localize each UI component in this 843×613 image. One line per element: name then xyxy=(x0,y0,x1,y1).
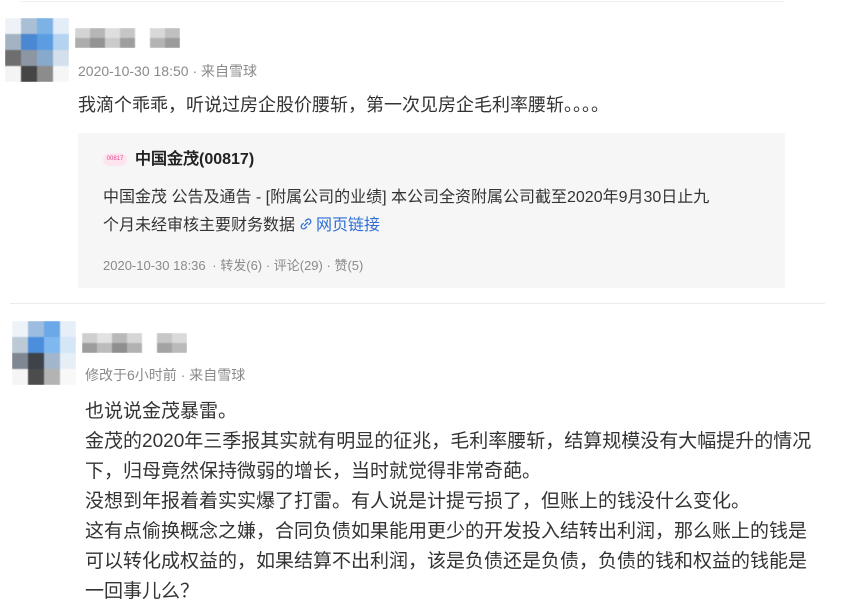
stock-title[interactable]: 中国金茂(00817) xyxy=(135,151,254,168)
post-source: 来自雪球 xyxy=(189,367,246,383)
post-meta: 修改于6小时前 · 来自雪球 xyxy=(85,365,245,385)
post-timestamp[interactable]: 修改于6小时前 xyxy=(85,367,177,383)
quote-text-line: 个月未经审核主要财务数据 网页链接 xyxy=(103,212,380,240)
footer-separator: · xyxy=(212,258,217,273)
footer-separator: · xyxy=(326,258,331,273)
post-meta: 2020-10-30 18:50 · 来自雪球 xyxy=(78,61,257,81)
quote-text: 个月未经审核主要财务数据 xyxy=(103,217,296,234)
comment-count[interactable]: 评论(29) xyxy=(274,258,323,273)
quoted-status-card[interactable]: 00817 中国金茂(00817) 中国金茂 公告及通告 - [附属公司的业绩] … xyxy=(78,133,785,288)
stock-badge-icon: 00817 xyxy=(103,152,127,166)
username-mosaic xyxy=(75,28,90,38)
post-body-line: 没想到年报着着实实爆了打雷。有人说是计提亏损了，但账上的钱没什么变化。 xyxy=(85,491,751,512)
footer-separator: · xyxy=(265,258,271,273)
post-divider xyxy=(10,303,825,304)
username-mosaic xyxy=(82,333,97,343)
link-icon[interactable] xyxy=(299,217,313,231)
like-count[interactable]: 赞(5) xyxy=(334,258,363,273)
web-link-label[interactable]: 网页链接 xyxy=(316,217,380,234)
meta-separator: · xyxy=(180,367,186,383)
username-redacted[interactable] xyxy=(75,28,180,48)
meta-separator: · xyxy=(192,63,198,79)
post-body-line: 下，归母竟然保持微弱的增长，当时就觉得非常奇葩。 xyxy=(85,461,542,482)
stock-title-row[interactable]: 00817 中国金茂(00817) xyxy=(103,149,254,171)
post-body: 我滴个乖乖，听说过房企股价腰斩，第一次见房企毛利率腰斩。。。。 xyxy=(78,95,609,115)
top-divider xyxy=(20,1,785,2)
post-source: 来自雪球 xyxy=(201,63,257,79)
post-body-line: 可以转化成权益的，如果结算不出利润，该是负债还是负债，负债的钱和权益的钱能是 xyxy=(85,551,808,572)
post-body: 也说说金茂暴雷。 金茂的2020年三季报其实就有明显的征兆，毛利率腰斩，结算规模… xyxy=(85,397,811,607)
avatar[interactable] xyxy=(12,321,76,385)
retweet-count[interactable]: 转发(6) xyxy=(220,258,262,273)
username-redacted[interactable] xyxy=(82,333,187,353)
quote-timestamp[interactable]: 2020-10-30 18:36 xyxy=(103,258,206,273)
quote-text-line: 中国金茂 公告及通告 - [附属公司的业绩] 本公司全资附属公司截至2020年9… xyxy=(103,189,710,206)
post-body-line: 这有点偷换概念之嫌，合同负债如果能用更少的开发投入结转出利润，那么账上的钱是 xyxy=(85,521,808,542)
web-link[interactable]: 网页链接 xyxy=(299,217,380,234)
avatar-mosaic xyxy=(12,321,28,337)
avatar-mosaic xyxy=(5,18,21,34)
post-body-line: 一回事儿么？ xyxy=(85,581,200,602)
quote-footer: 2020-10-30 18:36 · 转发(6) · 评论(29) · 赞(5) xyxy=(103,256,363,276)
post-timestamp[interactable]: 2020-10-30 18:50 xyxy=(78,63,189,79)
avatar[interactable] xyxy=(5,18,69,82)
post-body-line: 金茂的2020年三季报其实就有明显的征兆，毛利率腰斩，结算规模没有大幅提升的情况 xyxy=(85,431,812,452)
post-body-line: 也说说金茂暴雷。 xyxy=(85,401,238,422)
